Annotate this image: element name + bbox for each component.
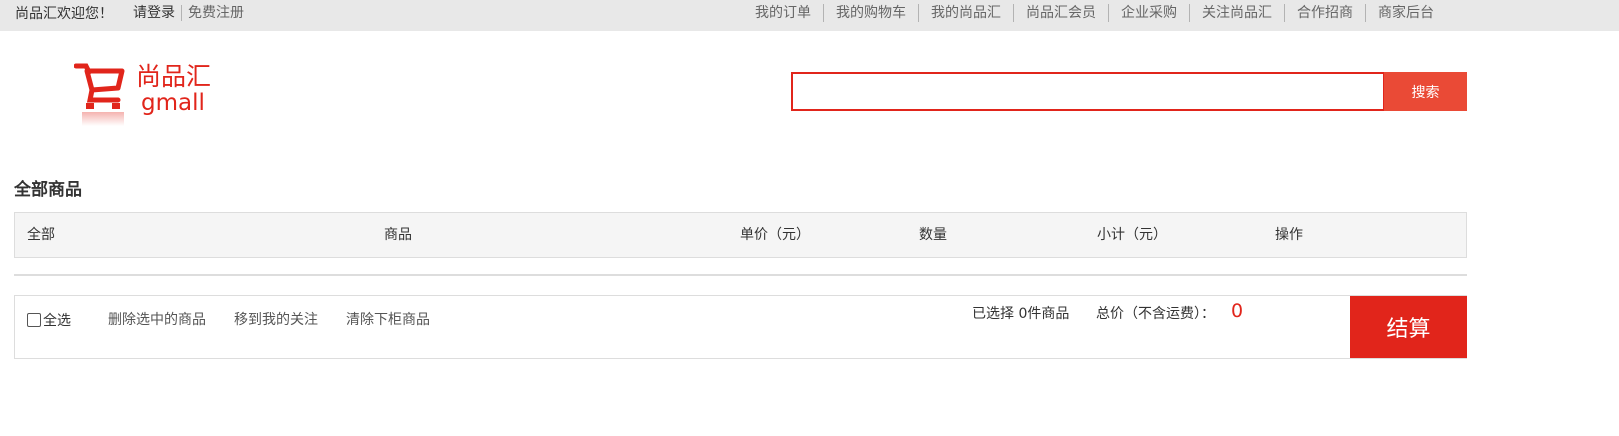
move-to-favorites-link[interactable]: 移到我的关注	[234, 310, 318, 330]
checkout-button[interactable]: 结算	[1350, 296, 1467, 358]
search-button[interactable]: 搜索	[1384, 72, 1467, 111]
total-price-value: 0	[1231, 300, 1244, 322]
welcome-text: 尚品汇欢迎您！	[15, 5, 113, 22]
delete-selected-link[interactable]: 删除选中的商品	[108, 310, 206, 330]
logo-text-english: gmall	[141, 90, 205, 116]
cart-table-header: 全部 商品 单价（元） 数量 小计（元） 操作	[14, 212, 1467, 258]
nav-enterprise-purchase[interactable]: 企业采购	[1109, 3, 1190, 22]
top-nav: 我的订单 我的购物车 我的尚品汇 尚品汇会员 企业采购 关注尚品汇 合作招商 商…	[752, 0, 1446, 25]
cart-section-title: 全部商品	[14, 180, 82, 200]
logo[interactable]: 尚品汇 gmall	[74, 62, 224, 128]
select-all-label: 全选	[43, 313, 71, 329]
search-input[interactable]	[793, 74, 1383, 109]
column-header-subtotal: 小计（元）	[1097, 227, 1167, 243]
column-header-all: 全部	[27, 227, 55, 243]
select-all-checkbox[interactable]: 全选	[27, 310, 71, 330]
search-box	[791, 72, 1385, 111]
shopping-cart-icon	[74, 63, 125, 126]
nav-follow[interactable]: 关注尚品汇	[1190, 3, 1285, 22]
cart-footer: 全选 删除选中的商品 移到我的关注 清除下柜商品 已选择 0件商品 总价（不含运…	[14, 295, 1467, 359]
checkbox-icon[interactable]	[27, 313, 41, 327]
column-header-actions: 操作	[1275, 227, 1303, 243]
selected-count: 已选择 0件商品	[972, 306, 1070, 322]
column-header-unit-price: 单价（元）	[740, 227, 810, 243]
nav-merchant-backend[interactable]: 商家后台	[1366, 4, 1446, 22]
nav-my-cart[interactable]: 我的购物车	[824, 3, 919, 22]
column-header-product: 商品	[384, 227, 412, 243]
login-link[interactable]: 请登录	[133, 4, 182, 21]
nav-my-orders[interactable]: 我的订单	[752, 3, 824, 22]
nav-membership[interactable]: 尚品汇会员	[1014, 3, 1109, 22]
logo-text-chinese: 尚品汇	[136, 62, 212, 91]
cart-divider	[14, 274, 1467, 276]
nav-my-account[interactable]: 我的尚品汇	[919, 3, 1014, 22]
top-bar: 尚品汇欢迎您！ 请登录 免费注册 我的订单 我的购物车 我的尚品汇 尚品汇会员 …	[0, 0, 1619, 31]
clear-unavailable-link[interactable]: 清除下柜商品	[346, 310, 430, 330]
total-price-label: 总价（不含运费）：	[1096, 306, 1215, 322]
top-bar-left: 尚品汇欢迎您！ 请登录 免费注册	[15, 0, 244, 25]
nav-partnership[interactable]: 合作招商	[1285, 3, 1366, 22]
column-header-quantity: 数量	[919, 227, 947, 243]
register-link[interactable]: 免费注册	[182, 5, 244, 21]
